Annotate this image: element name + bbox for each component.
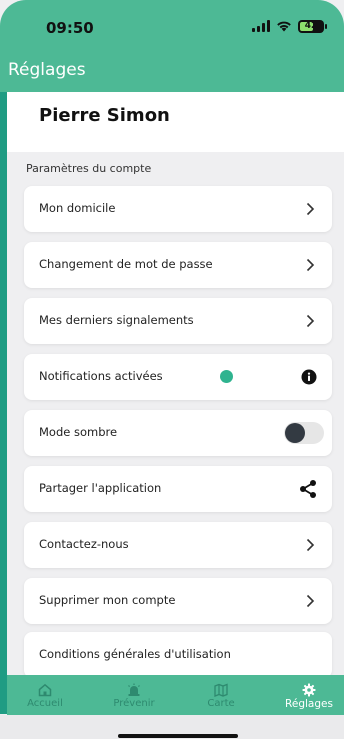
- settings-item-label: Contactez-nous: [39, 537, 129, 551]
- settings-item-label: Mon domicile: [39, 201, 116, 215]
- settings-item-home[interactable]: Mon domicile: [24, 186, 332, 232]
- battery-level-text: 42: [304, 21, 318, 31]
- page-title: Réglages: [8, 60, 86, 80]
- settings-item-dark-mode[interactable]: Mode sombre: [24, 410, 332, 456]
- settings-item-label: Mode sombre: [39, 425, 118, 439]
- dark-mode-toggle[interactable]: [284, 422, 324, 444]
- tab-reglages[interactable]: Réglages: [279, 675, 339, 715]
- tab-accueil[interactable]: Accueil: [19, 675, 71, 715]
- chevron-right-icon: [306, 258, 315, 272]
- app-header: Réglages: [0, 54, 344, 92]
- side-accent-bar: [0, 92, 7, 714]
- settings-item-terms[interactable]: Conditions générales d'utilisation: [24, 632, 332, 678]
- bottom-nav: Accueil Prévenir Carte Réglages: [7, 675, 344, 715]
- status-icons: 42: [252, 18, 327, 34]
- home-indicator: [118, 734, 238, 738]
- info-icon[interactable]: [301, 369, 317, 385]
- section-label: Paramètres du compte: [26, 162, 152, 175]
- chevron-right-icon: [306, 594, 315, 608]
- tab-label: Carte: [207, 698, 235, 709]
- map-icon: [214, 683, 228, 697]
- settings-item-password[interactable]: Changement de mot de passe: [24, 242, 332, 288]
- tab-prevenir[interactable]: Prévenir: [106, 675, 162, 715]
- tab-label: Réglages: [285, 698, 333, 710]
- status-bar: 09:50 42: [0, 0, 344, 54]
- signal-icon: [252, 20, 270, 32]
- settings-item-label: Changement de mot de passe: [39, 257, 213, 271]
- home-icon: [38, 683, 52, 697]
- status-time: 09:50: [46, 19, 94, 37]
- wifi-icon: [277, 21, 291, 32]
- tab-carte[interactable]: Carte: [197, 675, 245, 715]
- settings-item-label: Notifications activées: [39, 369, 163, 383]
- chevron-right-icon: [306, 538, 315, 552]
- settings-item-label: Mes derniers signalements: [39, 313, 194, 327]
- settings-item-notifications[interactable]: Notifications activées: [24, 354, 332, 400]
- settings-item-contact[interactable]: Contactez-nous: [24, 522, 332, 568]
- settings-item-reports[interactable]: Mes derniers signalements: [24, 298, 332, 344]
- settings-item-share[interactable]: Partager l'application: [24, 466, 332, 512]
- share-icon[interactable]: [298, 479, 318, 499]
- battery-icon: 42: [298, 19, 327, 33]
- settings-item-delete-account[interactable]: Supprimer mon compte: [24, 578, 332, 624]
- tab-label: Prévenir: [113, 698, 155, 709]
- gear-icon: [302, 683, 316, 697]
- profile-card: Pierre Simon: [7, 92, 344, 152]
- alert-icon: [128, 683, 140, 696]
- settings-item-label: Conditions générales d'utilisation: [39, 647, 231, 661]
- chevron-right-icon: [306, 314, 315, 328]
- settings-item-label: Supprimer mon compte: [39, 593, 176, 607]
- settings-item-label: Partager l'application: [39, 481, 162, 495]
- profile-name: Pierre Simon: [39, 105, 170, 126]
- notification-status-dot: [220, 370, 233, 383]
- tab-label: Accueil: [27, 698, 63, 709]
- toggle-knob: [285, 423, 305, 443]
- chevron-right-icon: [306, 202, 315, 216]
